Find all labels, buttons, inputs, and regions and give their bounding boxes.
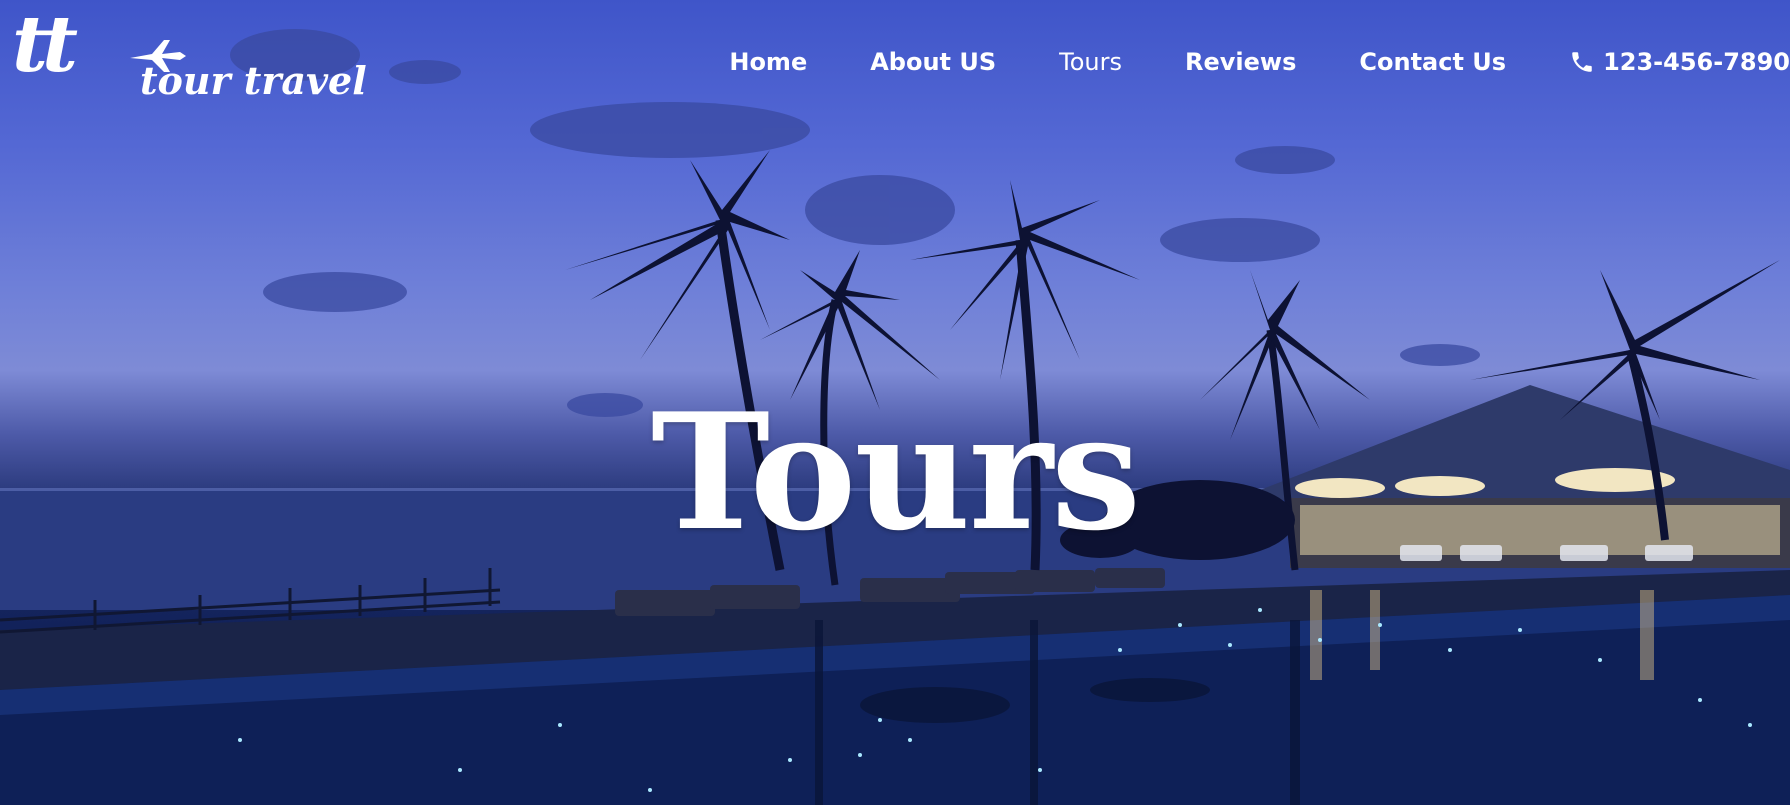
- logo-brand-text: tour travel: [140, 58, 367, 103]
- hero-banner: tt tour travel Home About US Tours Revie…: [0, 0, 1790, 805]
- nav-contact-link[interactable]: Contact Us: [1359, 48, 1506, 76]
- nav-tours-link[interactable]: Tours: [1059, 48, 1122, 76]
- logo-monogram: tt: [12, 0, 78, 90]
- phone-icon: [1572, 52, 1592, 72]
- main-navigation: Home About US Tours Reviews Contact Us 1…: [666, 40, 1790, 84]
- nav-home-link[interactable]: Home: [729, 48, 807, 76]
- page-title: Tours: [650, 378, 1141, 566]
- nav-reviews-link[interactable]: Reviews: [1185, 48, 1296, 76]
- site-header: tt tour travel Home About US Tours Revie…: [0, 0, 1790, 120]
- nav-about-link[interactable]: About US: [870, 48, 996, 76]
- phone-contact[interactable]: 123-456-7890: [1569, 48, 1790, 76]
- site-logo[interactable]: tt tour travel: [10, 6, 370, 104]
- phone-number: 123-456-7890: [1603, 48, 1790, 76]
